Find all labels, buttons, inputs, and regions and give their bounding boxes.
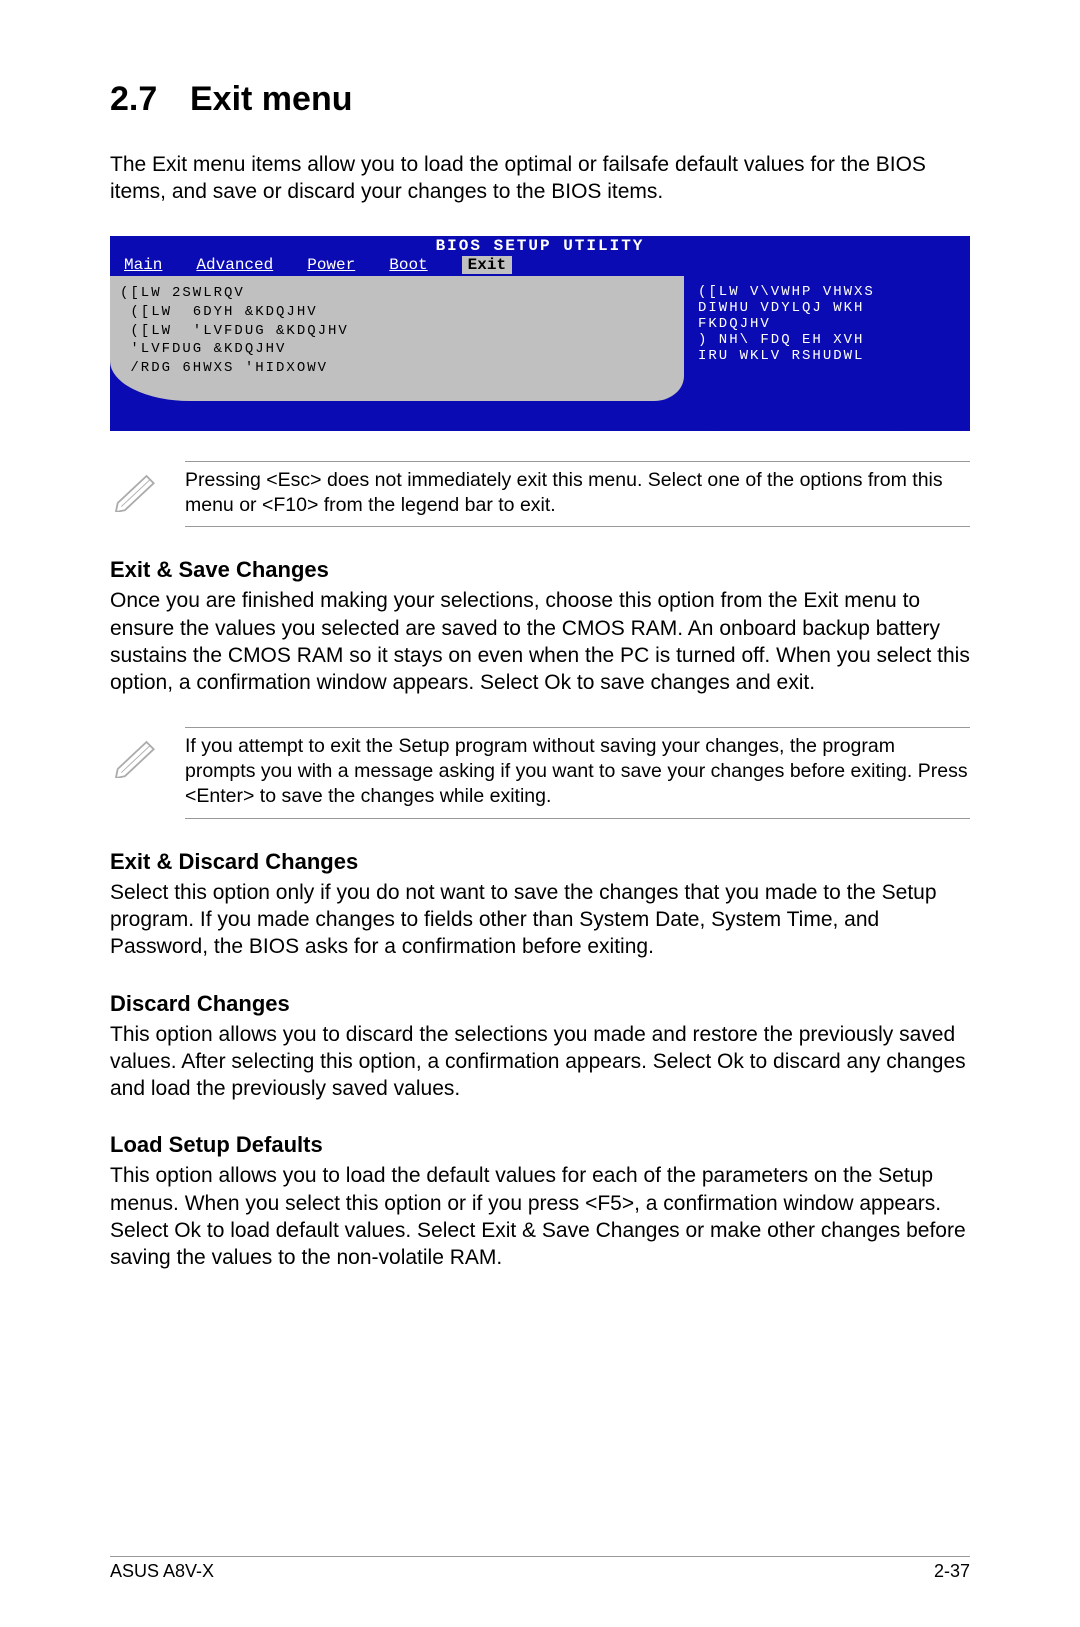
subheading-exit-discard: Exit & Discard Changes: [110, 849, 970, 875]
subheading-load-defaults: Load Setup Defaults: [110, 1132, 970, 1158]
bios-tab-power: Power: [307, 256, 355, 274]
bios-tab-main: Main: [124, 256, 162, 274]
subbody-exit-save: Once you are finished making your select…: [110, 587, 970, 696]
bios-title: BIOS SETUP UTILITY: [110, 236, 970, 256]
note-block: Pressing <Esc> does not immediately exit…: [110, 461, 970, 528]
bios-line: 'LVFDUG &KDQJHV: [120, 340, 674, 359]
bios-line: ([LW 'LVFDUG &KDQJHV: [120, 322, 674, 341]
bios-left-pane: ([LW 2SWLRQV ([LW 6DYH &KDQJHV ([LW 'LVF…: [110, 276, 684, 431]
bios-menubar: Main Advanced Power Boot Exit: [110, 256, 970, 276]
pencil-icon: [110, 461, 185, 528]
bios-help-line: ) NH\ FDQ EH XVH: [698, 332, 966, 348]
subbody-discard: This option allows you to discard the se…: [110, 1021, 970, 1103]
subbody-exit-discard: Select this option only if you do not wa…: [110, 879, 970, 961]
footer-page-number: 2-37: [934, 1561, 970, 1582]
bios-help-line: DIWHU VDYLQJ WKH: [698, 300, 966, 316]
bios-help-line: ([LW V\VWHP VHWXS: [698, 284, 966, 300]
note-text: Pressing <Esc> does not immediately exit…: [185, 461, 970, 528]
bios-right-pane: ([LW V\VWHP VHWXS DIWHU VDYLQJ WKH FKDQJ…: [690, 276, 970, 431]
bios-line: ([LW 2SWLRQV: [120, 284, 674, 303]
bios-tab-boot: Boot: [389, 256, 427, 274]
bios-help-line: FKDQJHV: [698, 316, 966, 332]
bios-tab-exit: Exit: [462, 256, 512, 274]
page-title: 2.7Exit menu: [110, 80, 970, 119]
intro-paragraph: The Exit menu items allow you to load th…: [110, 151, 970, 206]
subheading-discard: Discard Changes: [110, 991, 970, 1017]
bios-tab-advanced: Advanced: [196, 256, 273, 274]
pencil-icon: [110, 727, 185, 819]
bios-screenshot: BIOS SETUP UTILITY Main Advanced Power B…: [110, 236, 970, 431]
bios-help-line: IRU WKLV RSHUDWL: [698, 348, 966, 364]
section-number: 2.7: [110, 80, 190, 119]
note-text: If you attempt to exit the Setup program…: [185, 727, 970, 819]
section-heading: Exit menu: [190, 80, 352, 118]
note-block: If you attempt to exit the Setup program…: [110, 727, 970, 819]
bios-line: ([LW 6DYH &KDQJHV: [120, 303, 674, 322]
subheading-exit-save: Exit & Save Changes: [110, 557, 970, 583]
bios-body: ([LW 2SWLRQV ([LW 6DYH &KDQJHV ([LW 'LVF…: [110, 276, 970, 431]
footer-product: ASUS A8V-X: [110, 1561, 214, 1582]
manual-page: 2.7Exit menu The Exit menu items allow y…: [0, 0, 1080, 1627]
subbody-load-defaults: This option allows you to load the defau…: [110, 1162, 970, 1271]
bios-line: /RDG 6HWXS 'HIDXOWV: [120, 359, 674, 378]
page-footer: ASUS A8V-X 2-37: [110, 1556, 970, 1582]
